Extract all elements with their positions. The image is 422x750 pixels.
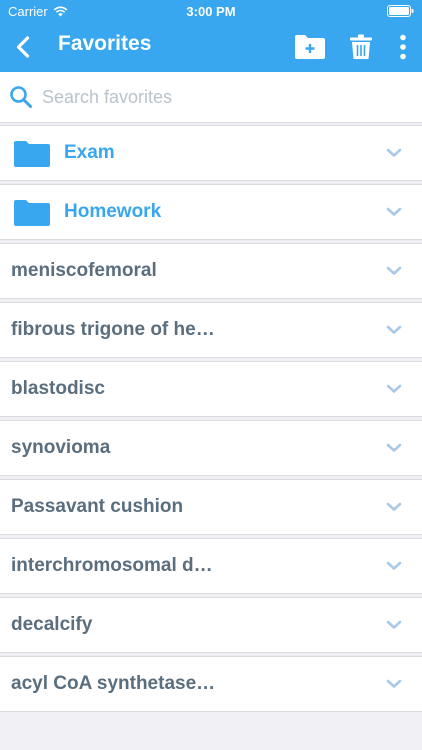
folder-row-exam[interactable]: Exam <box>0 125 422 181</box>
folder-icon <box>14 141 50 167</box>
page-title: Favorites <box>58 32 152 55</box>
search-bar <box>0 72 422 123</box>
app-header: Carrier 3:00 PM Favorites <box>0 0 422 72</box>
status-time: 3:00 PM <box>186 4 236 19</box>
back-button[interactable] <box>6 28 40 66</box>
item-label: meniscofemoral <box>11 260 157 281</box>
list-item[interactable]: decalcify <box>0 597 422 653</box>
item-label: blastodisc <box>11 378 105 399</box>
chevron-down-icon[interactable] <box>386 207 402 217</box>
new-folder-icon <box>295 35 325 59</box>
more-vertical-icon <box>400 34 406 60</box>
folder-row-homework[interactable]: Homework <box>0 184 422 240</box>
folder-label: Homework <box>64 201 162 222</box>
search-icon <box>10 86 32 108</box>
item-label: interchromosomal d… <box>11 555 213 576</box>
new-folder-button[interactable] <box>292 28 328 66</box>
chevron-down-icon[interactable] <box>386 148 402 158</box>
search-input[interactable] <box>42 82 402 112</box>
favorites-list: Exam Homework meniscofemoral fibrous tri… <box>0 125 422 715</box>
chevron-down-icon[interactable] <box>386 443 402 453</box>
delete-button[interactable] <box>346 28 376 66</box>
item-label: Passavant cushion <box>11 496 184 517</box>
list-item[interactable]: Passavant cushion <box>0 479 422 535</box>
list-item[interactable]: blastodisc <box>0 361 422 417</box>
item-label: synovioma <box>11 437 111 458</box>
item-label: decalcify <box>11 614 93 635</box>
more-button[interactable] <box>392 28 414 66</box>
battery-icon <box>387 5 414 17</box>
item-label: fibrous trigone of he… <box>11 319 215 340</box>
list-item[interactable]: meniscofemoral <box>0 243 422 299</box>
chevron-down-icon[interactable] <box>386 325 402 335</box>
trash-icon <box>350 34 372 59</box>
chevron-down-icon[interactable] <box>386 502 402 512</box>
chevron-down-icon[interactable] <box>386 266 402 276</box>
status-right <box>387 5 414 20</box>
list-item[interactable]: fibrous trigone of he… <box>0 302 422 358</box>
list-item[interactable]: interchromosomal d… <box>0 538 422 594</box>
status-bar: Carrier 3:00 PM <box>0 0 422 22</box>
nav-bar: Favorites <box>0 22 422 72</box>
list-item[interactable]: acyl CoA synthetase… <box>0 656 422 712</box>
item-label: acyl CoA synthetase… <box>11 673 216 694</box>
back-chevron-icon <box>16 36 30 58</box>
chevron-down-icon[interactable] <box>386 679 402 689</box>
chevron-down-icon[interactable] <box>386 620 402 630</box>
folder-icon <box>14 200 50 226</box>
folder-label: Exam <box>64 142 115 163</box>
chevron-down-icon[interactable] <box>386 561 402 571</box>
chevron-down-icon[interactable] <box>386 384 402 394</box>
list-item[interactable]: synovioma <box>0 420 422 476</box>
